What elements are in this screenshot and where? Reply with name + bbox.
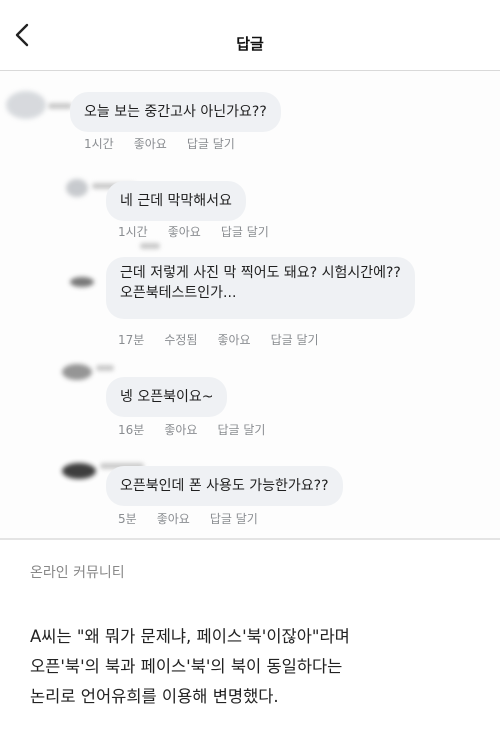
- comment-time: 1시간: [84, 137, 114, 151]
- comment-meta: 16분 좋아요 답글 달기: [118, 421, 285, 438]
- comment-time: 16분: [118, 423, 145, 437]
- reply-button[interactable]: 답글 달기: [187, 137, 235, 151]
- comment-bubble: 오늘 보는 중간고사 아닌가요??: [70, 92, 281, 132]
- like-button[interactable]: 좋아요: [217, 333, 250, 347]
- page-title: 답글: [236, 35, 264, 53]
- article-line: 논리로 언어유희를 이용해 변명했다.: [30, 687, 279, 706]
- comment-bubble: 근데 저렇게 사진 막 찍어도 돼요? 시험시간에?? 오픈북테스트인가...: [106, 257, 415, 319]
- comment-text: 넹 오픈북이요~: [120, 389, 214, 405]
- edited-label: 수정됨: [164, 333, 198, 347]
- comment-bubble: 네 근데 막막해서요: [106, 181, 246, 221]
- article-line: 오픈'북'의 북과 페이스'북'의 북이 동일하다는: [30, 657, 343, 676]
- reply-button[interactable]: 답글 달기: [217, 423, 265, 437]
- comment-time: 1시간: [118, 225, 148, 239]
- comment-text-line: 오픈북테스트인가...: [120, 285, 237, 301]
- reply-button[interactable]: 답글 달기: [271, 333, 319, 347]
- top-bar: 답글: [0, 0, 500, 71]
- avatar: [62, 364, 92, 380]
- comment-screenshot: 답글 오늘 보는 중간고사 아닌가요?? 1시간 좋아요 답글 달기 네 근데 막막…: [0, 0, 500, 538]
- comment-text: 네 근데 막막해서요: [120, 193, 232, 209]
- comment-meta: 1시간 좋아요 답글 달기: [84, 135, 255, 152]
- comment-text: 오늘 보는 중간고사 아닌가요??: [84, 104, 267, 120]
- blurred-username: [96, 365, 114, 371]
- like-button[interactable]: 좋아요: [134, 137, 167, 151]
- avatar: [66, 179, 88, 197]
- comment-text: 오픈북인데 폰 사용도 가능한가요??: [120, 478, 329, 494]
- image-caption: 온라인 커뮤니티: [30, 565, 125, 581]
- comment-time: 17분: [118, 333, 145, 347]
- reply-thread: 오늘 보는 중간고사 아닌가요?? 1시간 좋아요 답글 달기 네 근데 막막해서요…: [0, 71, 500, 538]
- article-body: A씨는 "왜 뭐가 문제냐, 페이스'북'이잖아"라며 오픈'북'의 북과 페이…: [30, 622, 480, 712]
- avatar: [70, 277, 94, 287]
- avatar: [62, 463, 96, 479]
- blurred-username: [140, 243, 160, 249]
- like-button[interactable]: 좋아요: [168, 225, 201, 239]
- comment-bubble: 오픈북인데 폰 사용도 가능한가요??: [106, 466, 343, 506]
- like-button[interactable]: 좋아요: [164, 423, 197, 437]
- avatar: [6, 91, 46, 119]
- comment-meta: 17분 수정됨 좋아요 답글 달기: [118, 331, 339, 348]
- like-button[interactable]: 좋아요: [157, 512, 190, 526]
- comment-time: 5분: [118, 512, 137, 526]
- reply-button[interactable]: 답글 달기: [210, 512, 258, 526]
- article-line: A씨는 "왜 뭐가 문제냐, 페이스'북'이잖아"라며: [30, 627, 350, 646]
- divider: [0, 538, 500, 540]
- reply-button[interactable]: 답글 달기: [221, 225, 269, 239]
- comment-bubble: 넹 오픈북이요~: [106, 377, 228, 417]
- blurred-username: [48, 103, 72, 109]
- comment-meta: 1시간 좋아요 답글 달기: [118, 223, 289, 240]
- comment-text-line: 근데 저렇게 사진 막 찍어도 돼요? 시험시간에??: [120, 265, 401, 281]
- comment-meta: 5분 좋아요 답글 달기: [118, 510, 278, 527]
